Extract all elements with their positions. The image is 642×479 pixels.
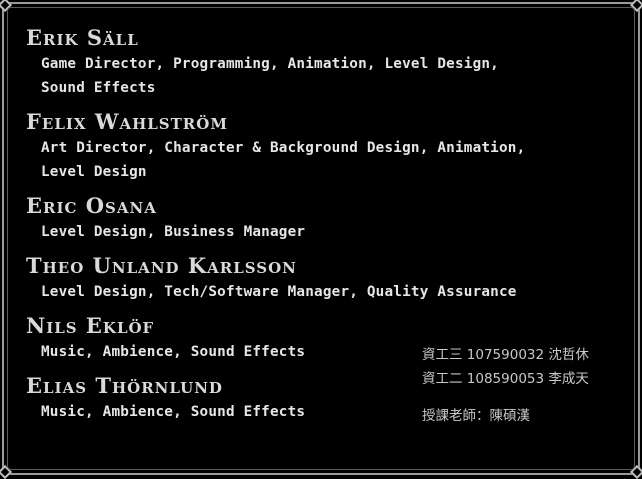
credit-role: Level Design, Tech/Software Manager, Qua…: [41, 284, 517, 300]
credit-role: Level Design: [41, 164, 147, 180]
credit-name: Eric Osana: [26, 193, 157, 218]
credit-entry: Theo Unland Karlsson Level Design, Tech/…: [26, 254, 622, 304]
credit-role: Sound Effects: [41, 80, 156, 96]
credit-role: Art Director, Character & Background Des…: [41, 140, 526, 156]
credits-panel: Erik Säll Game Director, Programming, An…: [0, 0, 642, 479]
student-list: 資工三 107590032 沈哲休 資工二 108590053 李成天: [422, 343, 622, 391]
student-line: 資工二 108590053 李成天: [422, 371, 589, 387]
credit-name: Nils Eklöf: [26, 313, 155, 338]
credit-role: Game Director, Programming, Animation, L…: [41, 56, 499, 72]
student-line: 資工三 107590032 沈哲休: [422, 347, 589, 363]
credit-name: Felix Wahlström: [26, 109, 228, 134]
credit-name: Erik Säll: [26, 25, 139, 50]
credit-entry: Erik Säll Game Director, Programming, An…: [26, 26, 622, 100]
credit-role: Level Design, Business Manager: [41, 224, 306, 240]
credit-entry: Felix Wahlström Art Director, Character …: [26, 110, 622, 184]
credit-role: Music, Ambience, Sound Effects: [41, 404, 306, 420]
teacher-line: 授課老師：陳碩漢: [422, 408, 530, 424]
credit-entry: Eric Osana Level Design, Business Manage…: [26, 194, 622, 244]
credit-name: Theo Unland Karlsson: [26, 253, 297, 278]
